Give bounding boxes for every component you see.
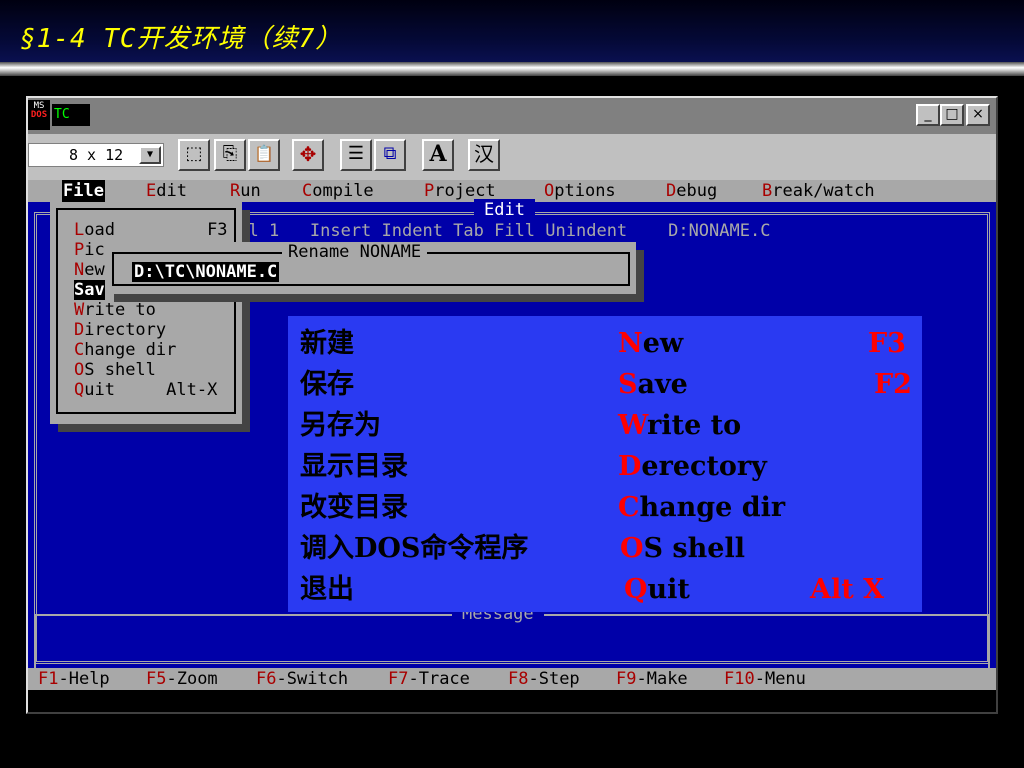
translation-en: New: [618, 328, 684, 359]
file-menu-pick[interactable]: Pic: [74, 240, 105, 260]
translation-cn: 调入DOS命令程序: [300, 533, 529, 564]
translation-en: OS shell: [620, 533, 745, 564]
font-size-select[interactable]: 8 x 12 ▼: [28, 143, 164, 167]
translation-row-change-dir: 改变目录 Change dir: [288, 488, 922, 528]
fn-zoom[interactable]: F5-Zoom: [146, 668, 218, 690]
translation-row-save: 保存 Save F2: [288, 365, 922, 405]
menu-edit[interactable]: Edit: [146, 180, 187, 202]
translation-cn: 退出: [300, 574, 354, 605]
chevron-down-icon[interactable]: ▼: [139, 146, 161, 164]
editor-status-line: Col 1 Insert Indent Tab Fill Unindent D:…: [228, 221, 771, 241]
fn-make[interactable]: F9-Make: [616, 668, 688, 690]
menu-debug[interactable]: Debug: [666, 180, 717, 202]
rename-dialog-title: Rename NONAME: [282, 242, 428, 262]
translation-row-write-to: 另存为 Write to: [288, 406, 922, 446]
menu-translation-panel: 新建 New F3 保存 Save F2 另存为 Write to 显示目录 D…: [288, 316, 922, 612]
translation-en: Save: [618, 369, 688, 400]
fn-trace[interactable]: F7-Trace: [388, 668, 470, 690]
translation-shortcut: F2: [874, 369, 912, 400]
slide-header: §1-4 TC开发环境（续7）: [0, 0, 1024, 62]
translation-row-new: 新建 New F3: [288, 324, 922, 364]
window-titlebar[interactable]: MS DOS TC _ □ ×: [28, 98, 996, 134]
paste-icon[interactable]: 📋: [248, 139, 280, 171]
file-menu-quit[interactable]: Quit Alt-X: [74, 380, 217, 400]
background-icon[interactable]: ⧉: [374, 139, 406, 171]
editor-title: Edit: [474, 199, 535, 221]
translation-en: Change dir: [618, 492, 786, 523]
font-icon[interactable]: A: [422, 139, 454, 171]
fn-switch[interactable]: F6-Switch: [256, 668, 348, 690]
fn-help[interactable]: F1-Help: [38, 668, 110, 690]
file-dropdown-menu: Load F3 Pic New Sav Write to Directory C…: [50, 202, 242, 424]
translation-en: Write to: [618, 410, 742, 441]
file-menu-change-dir[interactable]: Change dir: [74, 340, 176, 360]
translation-shortcut: Alt X: [810, 574, 885, 605]
msdos-icon-bottom: DOS: [30, 110, 48, 120]
translation-row-os-shell: 调入DOS命令程序 OS shell: [288, 529, 922, 569]
translation-en: Derectory: [618, 451, 767, 482]
chinese-input-icon[interactable]: 汉: [468, 139, 500, 171]
translation-row-quit: 退出 Quit Alt X: [288, 570, 922, 610]
file-menu-new[interactable]: New: [74, 260, 105, 280]
translation-row-directory: 显示目录 Derectory: [288, 447, 922, 487]
translation-cn: 改变目录: [300, 492, 408, 523]
translation-en: Quit: [624, 574, 690, 605]
fullscreen-icon[interactable]: ✥: [292, 139, 324, 171]
header-divider: [0, 62, 1024, 76]
rename-filename-input[interactable]: D:\TC\NONAME.C: [132, 262, 280, 282]
close-button[interactable]: ×: [966, 104, 990, 126]
translation-cn: 另存为: [300, 410, 381, 441]
rename-dialog: Rename NONAME D:\TC\NONAME.C: [106, 242, 636, 294]
font-size-value: 8 x 12: [69, 146, 124, 164]
toolbar: 8 x 12 ▼ ⬚ ⎘ 📋 ✥ ☰ ⧉ A 汉: [28, 134, 996, 180]
translation-cn: 保存: [300, 369, 354, 400]
maximize-button[interactable]: □: [940, 104, 964, 126]
translation-shortcut: F3: [868, 328, 906, 359]
dos-bottom-strip: [28, 690, 996, 712]
properties-icon[interactable]: ☰: [340, 139, 372, 171]
minimize-button[interactable]: _: [916, 104, 940, 126]
menu-options[interactable]: Options: [544, 180, 616, 202]
copy-icon[interactable]: ⎘: [214, 139, 246, 171]
translation-cn: 新建: [300, 328, 354, 359]
slide-title: §1-4 TC开发环境（续7）: [20, 24, 343, 54]
mark-icon[interactable]: ⬚: [178, 139, 210, 171]
fn-menu[interactable]: F10-Menu: [724, 668, 806, 690]
menu-file[interactable]: File: [62, 180, 105, 202]
translation-cn: 显示目录: [300, 451, 408, 482]
menu-compile[interactable]: Compile: [302, 180, 374, 202]
fn-step[interactable]: F8-Step: [508, 668, 580, 690]
file-menu-os-shell[interactable]: OS shell: [74, 360, 156, 380]
file-menu-directory[interactable]: Directory: [74, 320, 166, 340]
file-menu-write-to[interactable]: Write to: [74, 300, 156, 320]
file-menu-load[interactable]: Load F3: [74, 220, 228, 240]
window-title: TC: [52, 104, 90, 126]
msdos-icon[interactable]: MS DOS: [28, 100, 50, 130]
function-key-bar: F1-Help F5-Zoom F6-Switch F7-Trace F8-St…: [28, 668, 996, 690]
menu-break-watch[interactable]: Break/watch: [762, 180, 875, 202]
menu-run[interactable]: Run: [230, 180, 261, 202]
file-menu-save[interactable]: Sav: [74, 280, 105, 300]
